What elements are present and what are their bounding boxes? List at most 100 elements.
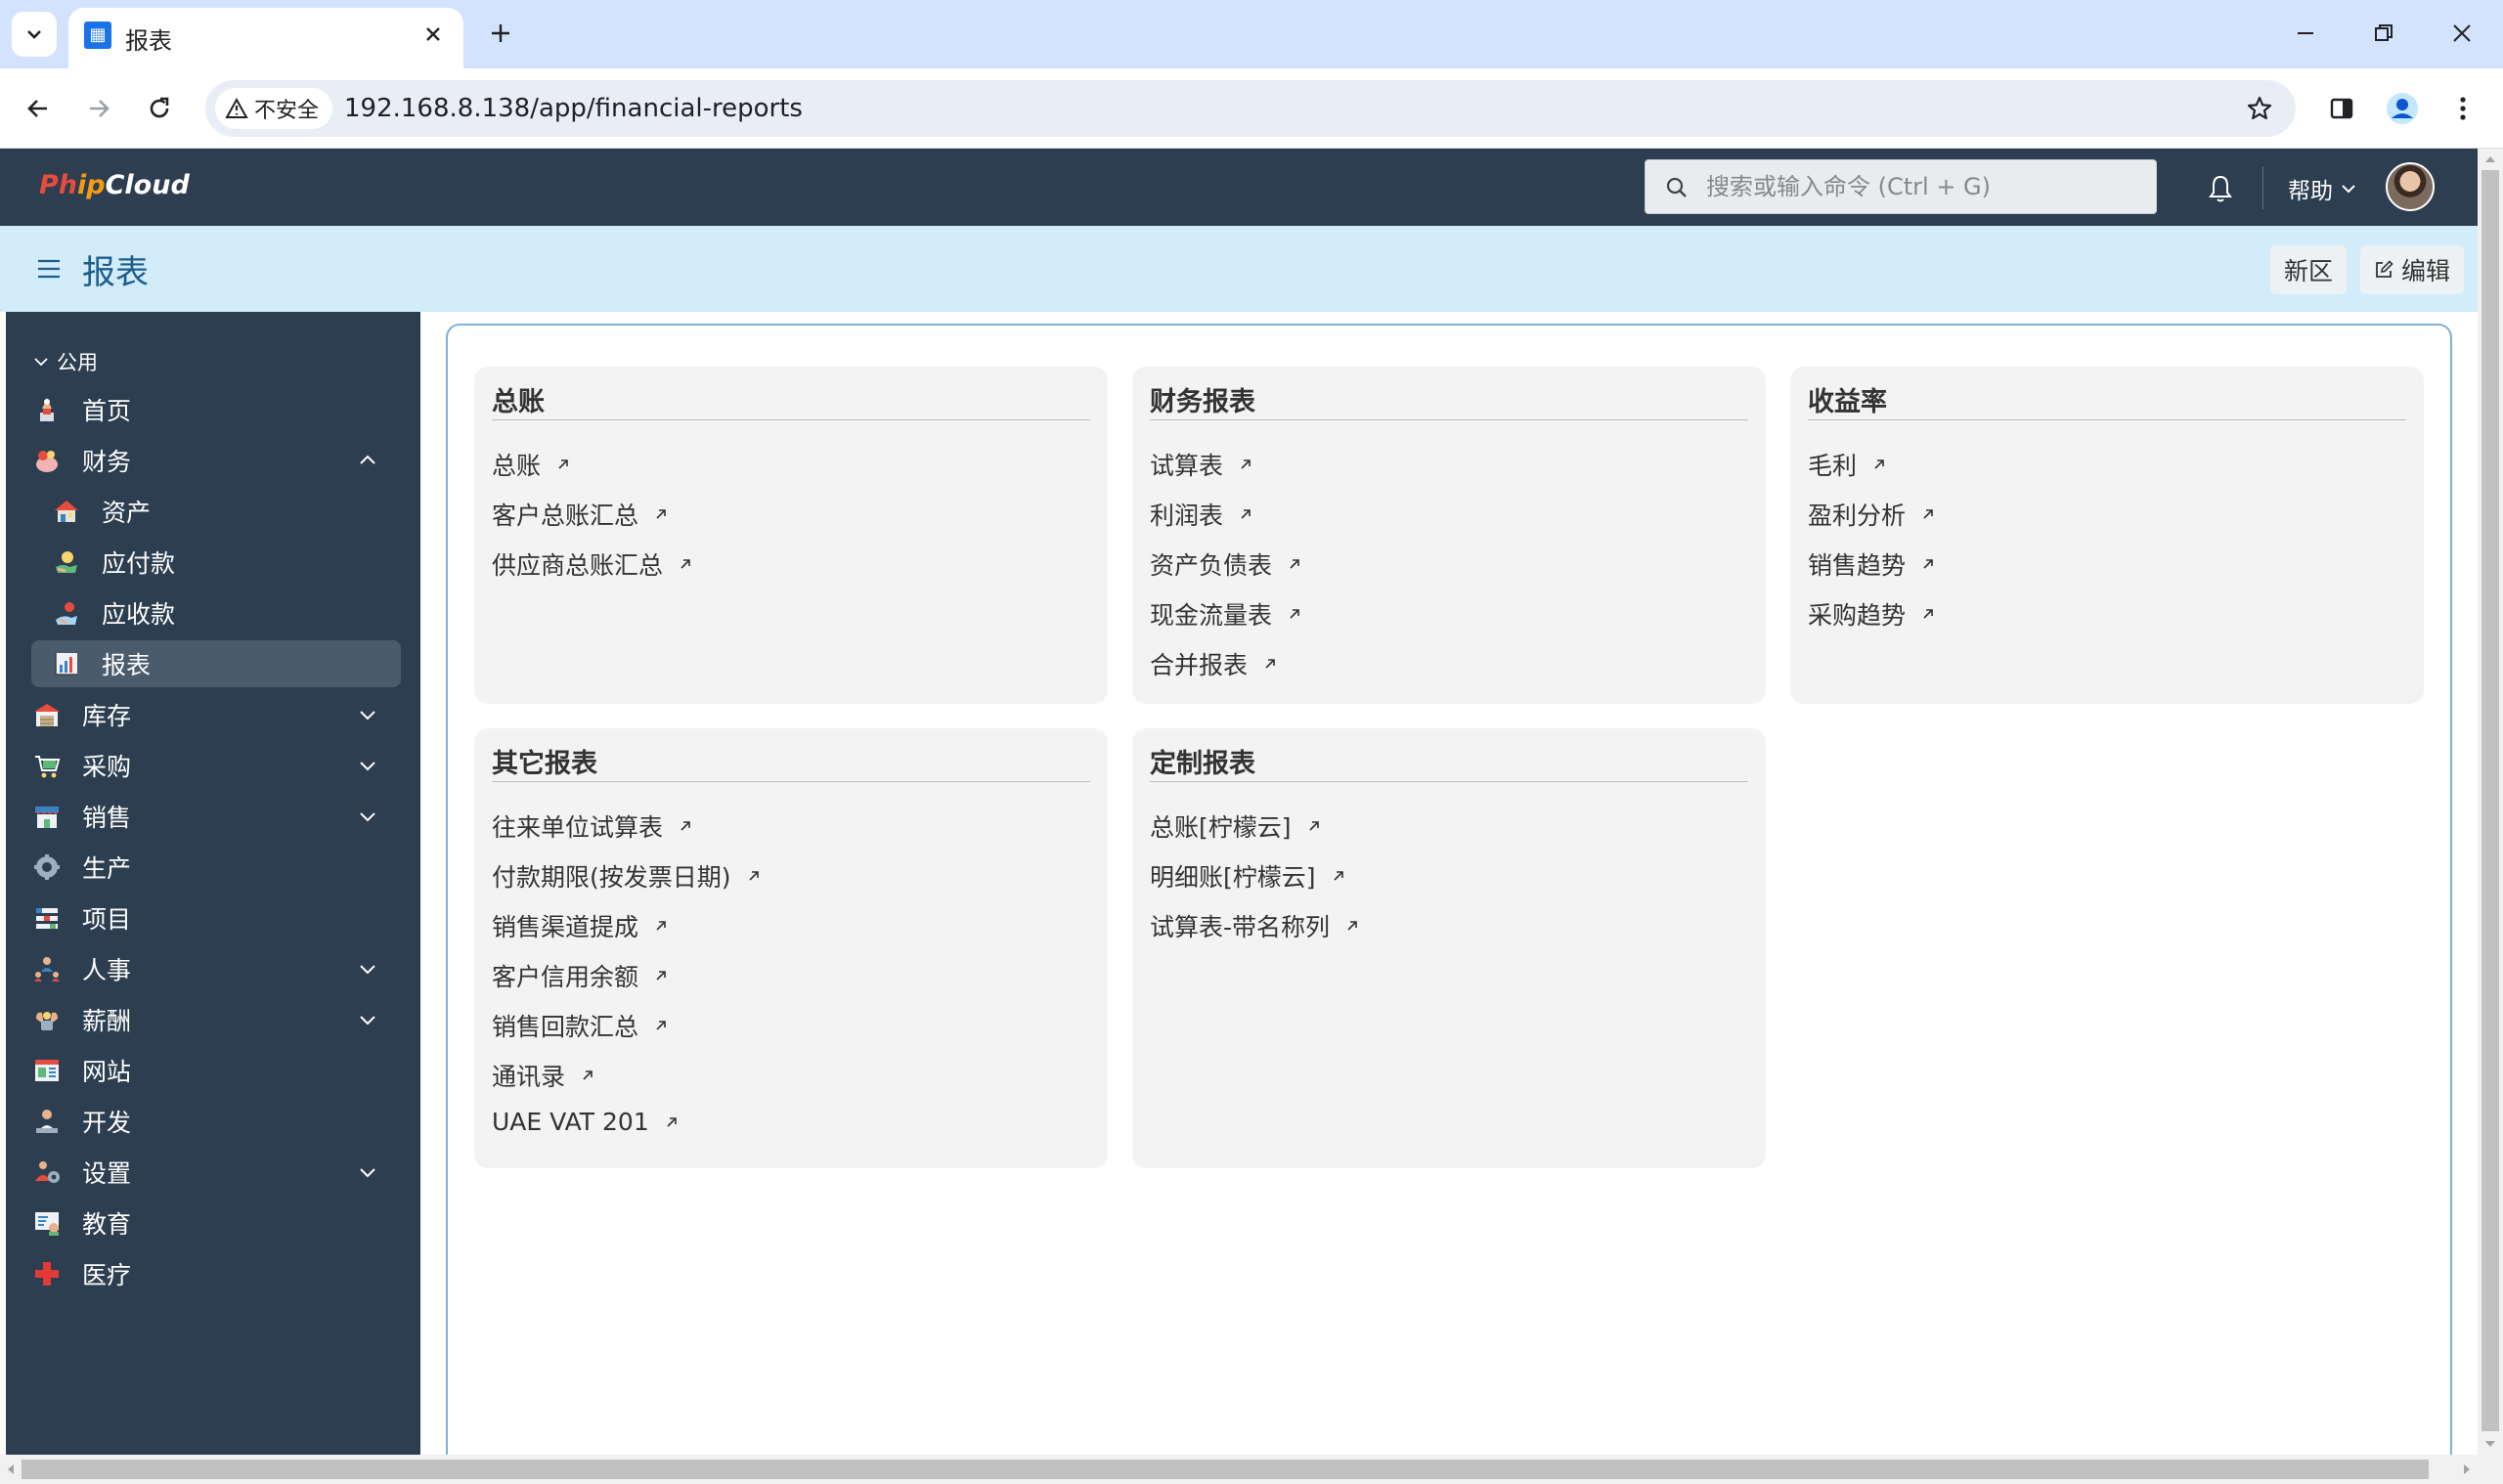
report-link[interactable]: 总账 xyxy=(492,447,572,482)
scroll-right-arrow-icon[interactable] xyxy=(2456,1455,2478,1484)
reload-button[interactable] xyxy=(137,86,182,131)
arrow-up-right-icon xyxy=(1237,505,1254,523)
arrow-up-right-icon xyxy=(1305,817,1323,835)
side-panel-button[interactable] xyxy=(2319,86,2364,131)
sidebar-item-sales[interactable]: 销售 xyxy=(29,793,401,840)
report-link[interactable]: 利润表 xyxy=(1150,497,1254,532)
chevron-down-icon xyxy=(2342,185,2355,194)
user-avatar[interactable] xyxy=(2386,162,2435,211)
close-icon xyxy=(2453,24,2471,42)
report-link[interactable]: 毛利 xyxy=(1808,447,1888,482)
browser-menu-button[interactable] xyxy=(2440,86,2485,131)
report-link[interactable]: 客户信用余额 xyxy=(492,958,670,993)
sidebar-item-develop[interactable]: 开发 xyxy=(29,1098,401,1145)
app-logo[interactable]: PhipCloud xyxy=(39,170,190,200)
scroll-up-arrow-icon[interactable] xyxy=(2478,149,2503,170)
profile-button[interactable] xyxy=(2380,86,2425,131)
scrollbar-thumb[interactable] xyxy=(22,1460,2429,1479)
sidebar-item-healthcare[interactable]: 医疗 xyxy=(29,1250,401,1297)
sidebar-item-label: 网站 xyxy=(82,1058,132,1086)
sidebar-item-home[interactable]: 首页 xyxy=(29,386,401,433)
chevron-down-icon[interactable] xyxy=(356,805,379,828)
report-link[interactable]: 客户总账汇总 xyxy=(492,497,670,532)
bookmark-button[interactable] xyxy=(2241,90,2278,127)
sidebar-toggle-button[interactable] xyxy=(31,251,66,286)
scrollbar-thumb[interactable] xyxy=(2481,170,2499,1431)
sidebar-item-education[interactable]: 教育 xyxy=(29,1200,401,1246)
sidebar-item-receivable[interactable]: 应收款 xyxy=(31,589,401,636)
report-link[interactable]: 合并报表 xyxy=(1150,646,1279,681)
report-icon xyxy=(49,646,84,681)
sidebar-item-reports[interactable]: 报表 xyxy=(31,640,401,687)
vertical-scrollbar[interactable] xyxy=(2478,149,2503,1484)
search-input[interactable] xyxy=(1706,160,2146,213)
chevron-down-icon[interactable] xyxy=(356,703,379,726)
arrow-up-right-icon xyxy=(1261,655,1279,673)
sidebar-item-payable[interactable]: 应付款 xyxy=(31,539,401,586)
report-link[interactable]: UAE VAT 201 xyxy=(492,1108,681,1136)
arrow-up-right-icon xyxy=(579,1067,596,1084)
sidebar-item-assets[interactable]: 资产 xyxy=(31,488,401,535)
report-link[interactable]: 销售渠道提成 xyxy=(492,908,670,943)
minimize-button[interactable] xyxy=(2286,14,2325,53)
browser-tab[interactable]: ▦ 报表 xyxy=(68,8,463,68)
help-dropdown[interactable]: 帮助 xyxy=(2288,172,2356,205)
sidebar-item-hr[interactable]: 人事 xyxy=(29,945,401,992)
sidebar-group-public[interactable]: 公用 xyxy=(33,347,98,376)
report-link[interactable]: 往来单位试算表 xyxy=(492,808,694,844)
restore-button[interactable] xyxy=(2364,14,2403,53)
report-link[interactable]: 总账[柠檬云] xyxy=(1150,808,1323,844)
new-area-button[interactable]: 新区 xyxy=(2270,245,2348,294)
back-button[interactable] xyxy=(16,86,61,131)
edit-button[interactable]: 编辑 xyxy=(2360,245,2465,294)
new-tab-button[interactable] xyxy=(481,14,520,53)
sidebar-item-label: 库存 xyxy=(82,702,132,730)
arrow-up-right-icon xyxy=(1919,605,1937,623)
report-link[interactable]: 现金流量表 xyxy=(1150,596,1303,632)
scroll-left-arrow-icon[interactable] xyxy=(0,1455,22,1484)
report-link-label: 毛利 xyxy=(1808,452,1858,480)
tab-search-button[interactable] xyxy=(12,12,57,57)
arrow-up-right-icon xyxy=(1919,555,1937,573)
report-link[interactable]: 盈利分析 xyxy=(1808,497,1937,532)
sidebar-item-payroll[interactable]: 薪酬 xyxy=(29,996,401,1043)
report-link-label: 通讯录 xyxy=(492,1063,566,1091)
tab-close-button[interactable] xyxy=(417,18,450,51)
sidebar-item-finance[interactable]: 财务 xyxy=(29,437,401,484)
scroll-down-arrow-icon[interactable] xyxy=(2478,1433,2503,1455)
notifications-button[interactable] xyxy=(2204,172,2237,205)
report-link[interactable]: 销售趋势 xyxy=(1808,546,1937,582)
report-link[interactable]: 销售回款汇总 xyxy=(492,1008,670,1043)
report-link[interactable]: 供应商总账汇总 xyxy=(492,546,694,582)
sidebar-item-label: 设置 xyxy=(82,1159,132,1188)
horizontal-scrollbar[interactable] xyxy=(0,1455,2478,1484)
report-link[interactable]: 资产负债表 xyxy=(1150,546,1303,582)
sidebar-item-purchase[interactable]: 采购 xyxy=(29,742,401,789)
report-link[interactable]: 采购趋势 xyxy=(1808,596,1937,632)
report-link[interactable]: 通讯录 xyxy=(492,1058,596,1093)
education-icon xyxy=(29,1205,65,1241)
menu-icon xyxy=(38,259,60,279)
security-indicator[interactable]: 不安全 xyxy=(215,88,333,129)
chevron-down-icon[interactable] xyxy=(356,957,379,981)
report-link[interactable]: 试算表 xyxy=(1150,447,1254,482)
chevron-down-icon[interactable] xyxy=(356,1160,379,1184)
sidebar-item-label: 项目 xyxy=(82,905,132,934)
report-link[interactable]: 付款期限(按发票日期) xyxy=(492,858,763,894)
report-link[interactable]: 明细账[柠檬云] xyxy=(1150,858,1347,894)
sidebar-item-settings[interactable]: 设置 xyxy=(29,1149,401,1196)
app-favicon-icon: ▦ xyxy=(84,22,111,49)
sidebar-item-stock[interactable]: 库存 xyxy=(29,691,401,738)
chevron-up-icon[interactable] xyxy=(356,449,379,472)
sidebar-item-projects[interactable]: 项目 xyxy=(29,895,401,941)
reload-icon xyxy=(150,97,169,118)
forward-button[interactable] xyxy=(76,86,121,131)
report-link[interactable]: 试算表-带名称列 xyxy=(1150,908,1361,943)
sidebar-item-website[interactable]: 网站 xyxy=(29,1047,401,1094)
chevron-down-icon[interactable] xyxy=(356,754,379,777)
address-bar[interactable]: 不安全 192.168.8.138/app/financial-reports xyxy=(205,80,2296,137)
chevron-down-icon[interactable] xyxy=(356,1008,379,1031)
window-close-button[interactable] xyxy=(2442,14,2481,53)
sidebar-item-manufacturing[interactable]: 生产 xyxy=(29,844,401,891)
browser-toolbar: 不安全 192.168.8.138/app/financial-reports xyxy=(0,68,2503,149)
